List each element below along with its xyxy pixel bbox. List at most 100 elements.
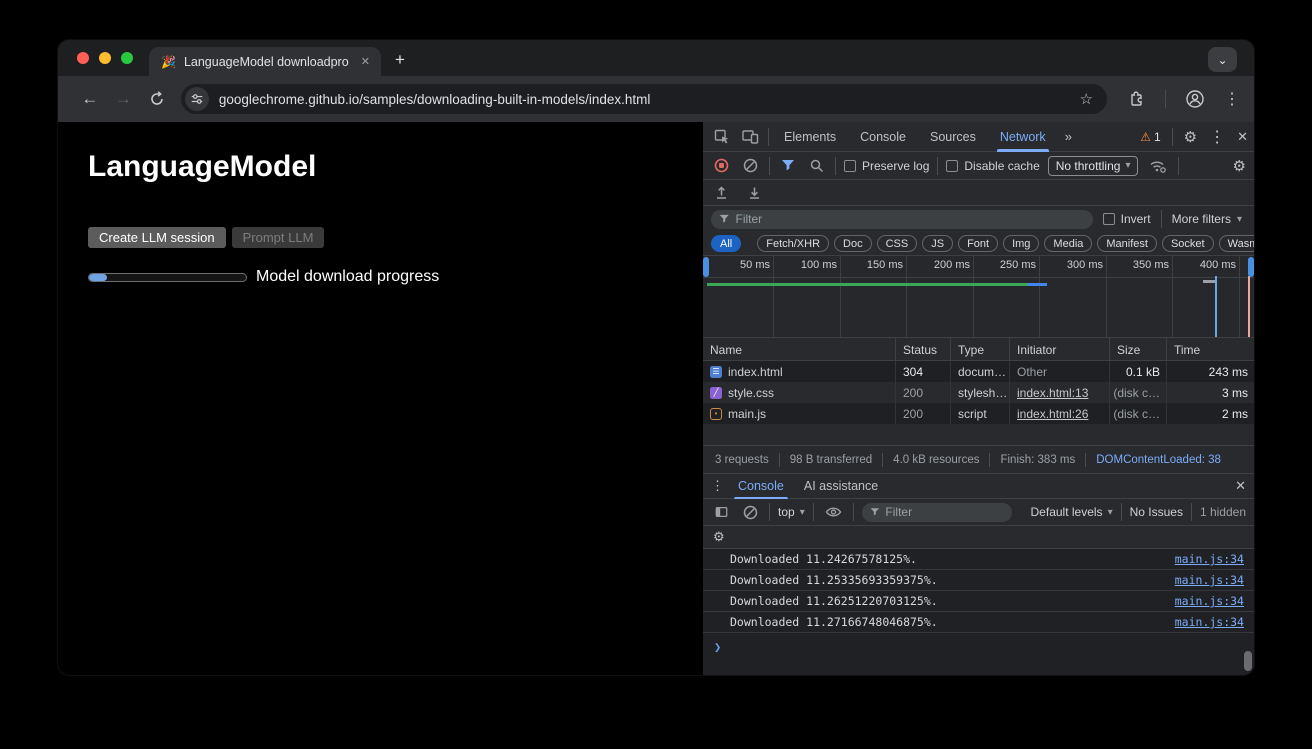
devtools-close-icon[interactable]: ✕ (1237, 129, 1248, 145)
console-context-select[interactable]: top ▾ (778, 505, 805, 519)
network-settings-icon[interactable]: ⚙ (1233, 157, 1246, 175)
source-link[interactable]: main.js:34 (1175, 594, 1244, 608)
more-tabs-icon[interactable]: » (1061, 129, 1076, 144)
col-name[interactable]: Name (703, 338, 896, 361)
source-link[interactable]: main.js:34 (1175, 615, 1244, 629)
timeline-tick: 300 ms (1041, 259, 1103, 271)
console-settings-icon[interactable]: ⚙ (713, 529, 725, 545)
back-button[interactable]: ← (78, 89, 102, 109)
chip-img[interactable]: Img (1003, 235, 1039, 252)
table-row[interactable]: •main.js 200 script index.html:26 (disk … (703, 403, 1254, 424)
download-icon (747, 185, 762, 200)
tab-console[interactable]: Console (851, 122, 915, 152)
issues-link[interactable]: No Issues (1130, 505, 1183, 519)
log-levels-select[interactable]: Default levels ▾ (1031, 505, 1113, 519)
zoom-window-button[interactable] (121, 52, 133, 64)
inspect-element-button[interactable] (711, 129, 733, 145)
record-network-button[interactable] (711, 158, 732, 173)
scrollbar-thumb[interactable] (1244, 651, 1252, 671)
site-settings-button[interactable] (185, 87, 209, 111)
browser-menu-button[interactable]: ⋮ (1224, 89, 1240, 109)
reload-button[interactable] (145, 91, 169, 107)
devtools-menu-button[interactable]: ⋮ (1203, 127, 1231, 147)
chip-font[interactable]: Font (958, 235, 998, 252)
prompt-llm-button[interactable]: Prompt LLM (232, 227, 325, 248)
stylesheet-file-icon: ╱ (710, 387, 722, 399)
browser-toolbar: ← → googlechrome.github.io/samples/downl… (58, 76, 1254, 122)
timeline-tick: 50 ms (708, 259, 770, 271)
search-network-button[interactable] (806, 158, 827, 173)
drawer-tab-console[interactable]: Console (732, 473, 790, 499)
document-file-icon: ☰ (710, 366, 722, 378)
avatar-icon (1185, 89, 1205, 109)
export-har-button[interactable] (744, 185, 765, 200)
throttling-select[interactable]: No throttling ▾ (1048, 156, 1139, 176)
network-overview-timeline[interactable]: 50 ms 100 ms 150 ms 200 ms 250 ms 300 ms… (703, 256, 1254, 338)
clear-network-button[interactable] (740, 158, 761, 173)
close-window-button[interactable] (77, 52, 89, 64)
chip-wasm[interactable]: Wasm (1219, 235, 1254, 252)
warning-icon: ⚠ (1140, 130, 1151, 144)
chip-js[interactable]: JS (922, 235, 953, 252)
timeline-tick: 400 ms (1174, 259, 1236, 271)
minimize-window-button[interactable] (99, 52, 111, 64)
filter-toggle-button[interactable] (778, 159, 798, 172)
drawer-tab-ai-assistance[interactable]: AI assistance (798, 473, 884, 499)
initiator-link[interactable]: index.html:26 (1017, 407, 1088, 421)
disable-cache-checkbox[interactable]: Disable cache (946, 159, 1039, 173)
col-type[interactable]: Type (951, 338, 1010, 361)
chip-manifest[interactable]: Manifest (1097, 235, 1157, 252)
tab-sources[interactable]: Sources (921, 122, 985, 152)
console-filter-wrap (862, 503, 1012, 522)
col-time[interactable]: Time (1167, 338, 1254, 361)
forward-button[interactable]: → (112, 89, 136, 109)
url-text: googlechrome.github.io/samples/downloadi… (219, 92, 1074, 107)
console-filter-input[interactable] (885, 505, 1003, 519)
chip-doc[interactable]: Doc (834, 235, 872, 252)
extensions-button[interactable] (1125, 90, 1149, 108)
tab-elements[interactable]: Elements (775, 122, 845, 152)
table-row[interactable]: ☰index.html 304 docum… Other 0.1 kB 243 … (703, 361, 1254, 382)
source-link[interactable]: main.js:34 (1175, 552, 1244, 566)
tab-network[interactable]: Network (991, 122, 1055, 152)
source-link[interactable]: main.js:34 (1175, 573, 1244, 587)
device-toolbar-button[interactable] (739, 129, 762, 144)
table-row[interactable]: ╱style.css 200 stylesh… index.html:13 (d… (703, 382, 1254, 403)
invert-checkbox[interactable]: Invert (1103, 212, 1151, 226)
chip-media[interactable]: Media (1044, 235, 1092, 252)
tab-close-icon[interactable]: ✕ (358, 53, 373, 70)
network-conditions-button[interactable] (1146, 159, 1170, 173)
console-message: Downloaded 11.27166748046875%. main.js:3… (703, 612, 1254, 633)
drawer-close-icon[interactable]: ✕ (1235, 478, 1246, 494)
chip-all[interactable]: All (711, 235, 741, 252)
new-tab-button[interactable]: + (381, 50, 417, 76)
col-initiator[interactable]: Initiator (1010, 338, 1110, 361)
chip-fetchxhr[interactable]: Fetch/XHR (757, 235, 829, 252)
profile-button[interactable] (1182, 89, 1208, 109)
live-expression-button[interactable] (822, 505, 845, 519)
import-har-button[interactable] (711, 185, 732, 200)
overview-left-handle[interactable] (703, 257, 709, 277)
col-status[interactable]: Status (896, 338, 951, 361)
chip-socket[interactable]: Socket (1162, 235, 1214, 252)
overview-right-handle[interactable] (1248, 257, 1254, 277)
network-toolbar: Preserve log Disable cache No throttling… (703, 152, 1254, 180)
col-size[interactable]: Size (1110, 338, 1167, 361)
address-bar[interactable]: googlechrome.github.io/samples/downloadi… (181, 84, 1107, 114)
devtools-settings-icon[interactable]: ⚙ (1184, 128, 1197, 146)
create-llm-session-button[interactable]: Create LLM session (88, 227, 226, 248)
network-filter-input[interactable] (736, 212, 1085, 226)
drawer-menu-button[interactable]: ⋮ (711, 478, 724, 494)
funnel-icon (781, 159, 795, 172)
console-sidebar-button[interactable] (711, 505, 732, 519)
issues-counter[interactable]: ⚠ 1 (1140, 130, 1160, 144)
more-filters-button[interactable]: More filters ▾ (1172, 212, 1246, 226)
initiator-link[interactable]: index.html:13 (1017, 386, 1088, 400)
chip-css[interactable]: CSS (877, 235, 918, 252)
preserve-log-checkbox[interactable]: Preserve log (844, 159, 929, 173)
clear-console-button[interactable] (740, 505, 761, 520)
browser-tab[interactable]: 🎉 LanguageModel downloadpro ✕ (149, 47, 381, 76)
tab-search-button[interactable]: ⌄ (1208, 47, 1237, 72)
console-prompt[interactable]: ❯ (703, 633, 1254, 654)
bookmark-star-icon[interactable]: ☆ (1074, 90, 1099, 108)
